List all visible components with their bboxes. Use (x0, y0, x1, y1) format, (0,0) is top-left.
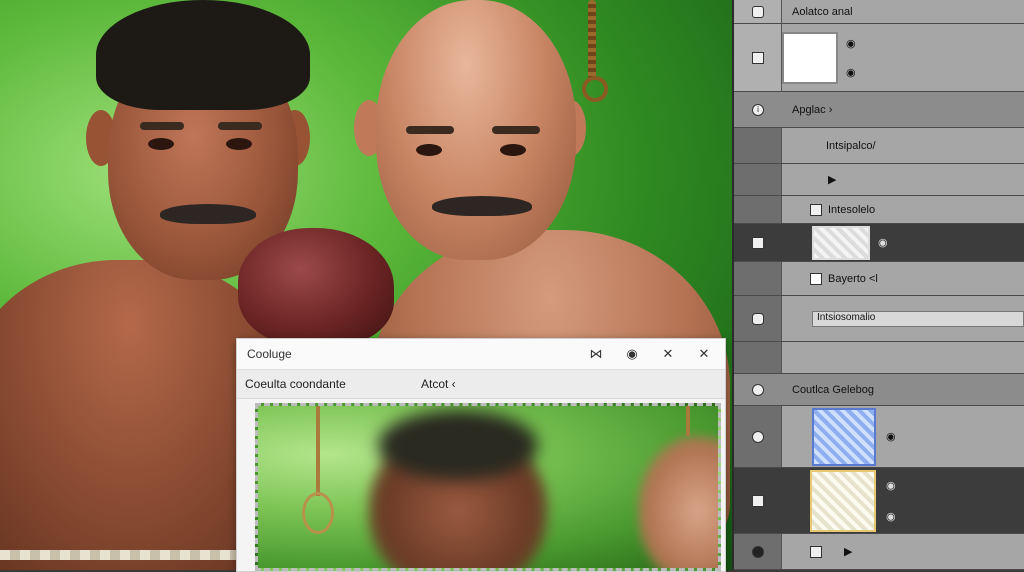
boxer-left-brow (218, 122, 262, 130)
boxer-left-mustache (160, 204, 256, 224)
preview-rope (316, 406, 320, 496)
dialog-title: Cooluge (247, 347, 292, 361)
visibility-icon[interactable] (751, 430, 764, 443)
panel-gutter (734, 534, 782, 569)
panel-header-label: Aolatco anal (792, 5, 853, 18)
link-icon[interactable]: ◉ (886, 430, 896, 443)
boxer-right-brow (492, 126, 540, 134)
layer-checkbox[interactable] (752, 494, 764, 507)
panel-header: Aolatco anal (734, 0, 1024, 24)
panel-gutter (734, 468, 782, 533)
link-icon[interactable]: ◉ (886, 479, 896, 492)
panel-gutter (734, 342, 782, 373)
layers-panel: Aolatco anal ◉ ◉ i Apglac › Intsipalco/ … (732, 0, 1024, 570)
layer-row[interactable]: ▶ (734, 534, 1024, 570)
dialog-pin-icon[interactable]: ⋈ (585, 346, 607, 362)
preview-blurred-face (638, 436, 718, 568)
panel-gutter (734, 374, 782, 405)
layer-name: Intsipalco/ (826, 139, 876, 152)
panel-gutter (734, 224, 782, 261)
boxing-glove (238, 228, 394, 346)
rope-knot (582, 76, 608, 102)
layer-thumbnail[interactable] (812, 225, 870, 260)
hanging-rope (588, 0, 596, 80)
boxer-left-brow (140, 122, 184, 130)
visibility-icon[interactable] (751, 545, 764, 558)
layer-row[interactable]: ▶ (734, 164, 1024, 196)
layer-row-selected[interactable]: ◉ (734, 224, 1024, 262)
dialog-right-label[interactable]: Atcot ‹ (421, 377, 456, 391)
dialog-preview-image (255, 403, 721, 571)
boxer-right-brow (406, 126, 454, 134)
slider-label: Intsiosomalio ­­ (817, 311, 876, 323)
adjust-section-header[interactable]: i Apglac › (734, 92, 1024, 128)
panel-gutter: i (734, 92, 782, 127)
layer-checkbox[interactable] (752, 236, 764, 249)
boxer-left-hair (96, 0, 310, 110)
link-icon[interactable]: ◉ (886, 510, 896, 523)
panel-gutter (734, 24, 782, 91)
layer-thumbnail[interactable] (810, 469, 876, 532)
layer-checkbox[interactable] (810, 545, 822, 558)
slider-row[interactable]: Intsiosomalio ­­ (734, 296, 1024, 342)
boxer-right-eye (500, 144, 526, 156)
swatch-checkbox[interactable] (751, 51, 764, 64)
layer-row[interactable]: ◉ (734, 406, 1024, 468)
opacity-slider[interactable]: Intsiosomalio ­­ (812, 310, 1024, 327)
layer-row[interactable]: Intesolelo (734, 196, 1024, 224)
panel-gutter (734, 128, 782, 163)
layer-row[interactable]: Bayerto <l (734, 262, 1024, 296)
boxer-right-eye (416, 144, 442, 156)
layer-checkbox[interactable] (810, 203, 822, 216)
info-icon[interactable] (752, 383, 764, 396)
adjust-section-label: Apglac › (792, 103, 833, 116)
panel-gutter (734, 262, 782, 295)
panel-gutter (734, 296, 782, 341)
preview-rope (686, 406, 690, 436)
swatch-row[interactable]: ◉ ◉ (734, 24, 1024, 92)
dialog-minimize-icon[interactable]: ✕ (657, 346, 679, 362)
link-icon[interactable]: ◉ (846, 37, 856, 50)
section-label: Coutlca Gelebog (792, 383, 874, 396)
layer-checkbox[interactable] (810, 272, 822, 285)
preview-dialog[interactable]: Cooluge ⋈ ◉ ✕ ✕ Coeulta coondante Atcot … (236, 338, 726, 572)
flag-icon[interactable]: ▶ (844, 545, 852, 558)
layer-thumbnail[interactable] (812, 407, 876, 466)
dialog-titlebar[interactable]: Cooluge ⋈ ◉ ✕ ✕ (237, 339, 725, 370)
ring-rope (0, 550, 240, 560)
layer-name: Bayerto <l (828, 272, 878, 285)
panel-gutter (734, 406, 782, 467)
preview-noose (302, 492, 334, 534)
boxer-left-eye (226, 138, 252, 150)
panel-header-icon[interactable] (751, 5, 764, 18)
layer-row (734, 342, 1024, 374)
dialog-toolbar: Coeulta coondante Atcot ‹ (237, 370, 725, 399)
panel-gutter (734, 164, 782, 195)
panel-gutter (734, 196, 782, 223)
panel-gutter (734, 0, 782, 23)
boxer-right-mustache (432, 196, 532, 216)
flag-icon[interactable]: ▶ (828, 173, 836, 186)
layer-name: Intesolelo (828, 203, 876, 216)
dialog-left-label: Coeulta coondante (245, 377, 346, 391)
lock-icon[interactable] (751, 312, 764, 325)
section-header[interactable]: Coutlca Gelebog (734, 374, 1024, 406)
color-swatch[interactable] (782, 31, 838, 84)
layer-row[interactable]: Intsipalco/ (734, 128, 1024, 164)
boxer-left-eye (148, 138, 174, 150)
info-icon[interactable]: i (752, 103, 764, 116)
preview-blurred-hair (378, 410, 538, 480)
dialog-close-icon[interactable]: ✕ (693, 346, 715, 362)
link-icon[interactable]: ◉ (878, 236, 888, 249)
link-icon[interactable]: ◉ (846, 66, 856, 79)
dialog-record-icon[interactable]: ◉ (621, 346, 643, 362)
layer-row-selected[interactable]: ◉ ◉ (734, 468, 1024, 534)
